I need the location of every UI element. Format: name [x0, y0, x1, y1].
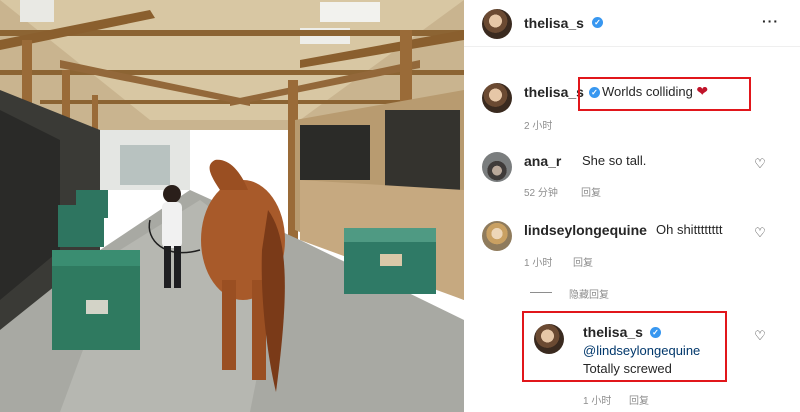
more-horiz-icon[interactable]: ··· [762, 13, 779, 29]
avatar[interactable] [482, 152, 512, 182]
reply-timestamp: 1 小时 [583, 396, 612, 407]
verified-badge-icon: ✓ [592, 17, 603, 28]
caption-highlight-box [578, 77, 751, 111]
like-heart-icon[interactable]: ♡ [753, 227, 767, 241]
post-photo [0, 0, 464, 412]
reply-link[interactable]: 回复 [573, 254, 593, 269]
comment-timestamp: 1 小时 [524, 258, 553, 269]
comments-panel: thelisa_s ✓ ··· thelisa_s ✓ Worlds colli… [464, 0, 800, 412]
comment-timestamp: 52 分钟 [524, 188, 558, 199]
like-heart-icon[interactable]: ♡ [753, 158, 767, 172]
header-username[interactable]: thelisa_s [524, 15, 584, 31]
reply-highlight-box [522, 311, 727, 382]
like-heart-icon[interactable]: ♡ [753, 330, 767, 344]
post-header: thelisa_s ✓ ··· [464, 0, 800, 47]
avatar[interactable] [482, 221, 512, 251]
avatar[interactable] [482, 83, 512, 113]
caption-username[interactable]: thelisa_s [524, 84, 584, 100]
reply-link[interactable]: 回复 [629, 392, 649, 407]
caption-timestamp: 2 小时 [524, 121, 553, 132]
reply-link[interactable]: 回复 [581, 184, 601, 199]
comment-text: Oh shitttttttt [656, 222, 723, 237]
avatar[interactable] [482, 9, 512, 39]
comment-username[interactable]: ana_r [524, 153, 561, 169]
hide-replies-link[interactable]: 隐藏回复 [569, 286, 609, 301]
comment-text: She so tall. [582, 153, 647, 168]
comment-username[interactable]: lindseylongequine [524, 222, 647, 238]
replies-divider [530, 292, 552, 293]
